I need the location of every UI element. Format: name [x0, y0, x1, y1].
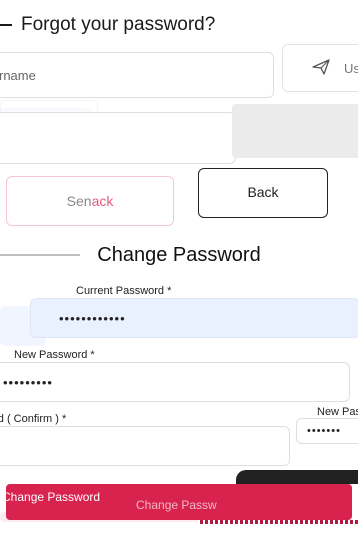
confirm-password-input[interactable] — [0, 427, 289, 465]
dark-corner-shape — [236, 470, 358, 484]
page-title: Forgot your password? — [21, 14, 216, 35]
confirm-password-label: ord ( Confirm ) * — [0, 413, 67, 425]
new-password-input-duplicate[interactable] — [297, 419, 358, 443]
send-icon — [312, 59, 330, 75]
page-header: Forgot your password? — [0, 14, 215, 36]
send-button-label-right: ack — [91, 193, 114, 209]
current-password-input[interactable] — [31, 299, 358, 337]
bottom-dashed-line — [200, 520, 358, 524]
current-password-label: Current Password * — [76, 285, 172, 297]
change-password-button[interactable]: Change Password Change Passw — [2, 484, 352, 520]
main-layer: Forgot your password? Us Senack Back Cha… — [0, 0, 358, 536]
current-password-field[interactable] — [30, 298, 358, 338]
new-password-label: New Password * — [14, 349, 95, 361]
grey-box — [232, 104, 358, 158]
username-field[interactable] — [0, 52, 274, 98]
send-side-label: Us — [344, 61, 358, 76]
email-field[interactable] — [0, 112, 236, 164]
new-password-field[interactable] — [0, 362, 350, 402]
change-password-button-label-faint: Change Passw — [136, 498, 217, 512]
back-arrow-icon[interactable] — [0, 14, 14, 36]
new-password-label-duplicate: New Pass — [317, 406, 358, 418]
back-button[interactable]: Back — [198, 168, 328, 218]
send-button[interactable]: Senack — [6, 176, 174, 226]
change-password-title: Change Password — [97, 244, 261, 266]
new-password-field-duplicate[interactable] — [296, 418, 358, 444]
confirm-password-field[interactable] — [0, 426, 290, 466]
change-password-button-label: Change Password — [2, 490, 101, 504]
new-password-input[interactable] — [0, 363, 349, 401]
send-button-label-left: Sen — [66, 193, 92, 209]
username-input[interactable] — [0, 53, 273, 97]
email-input[interactable] — [0, 113, 235, 163]
